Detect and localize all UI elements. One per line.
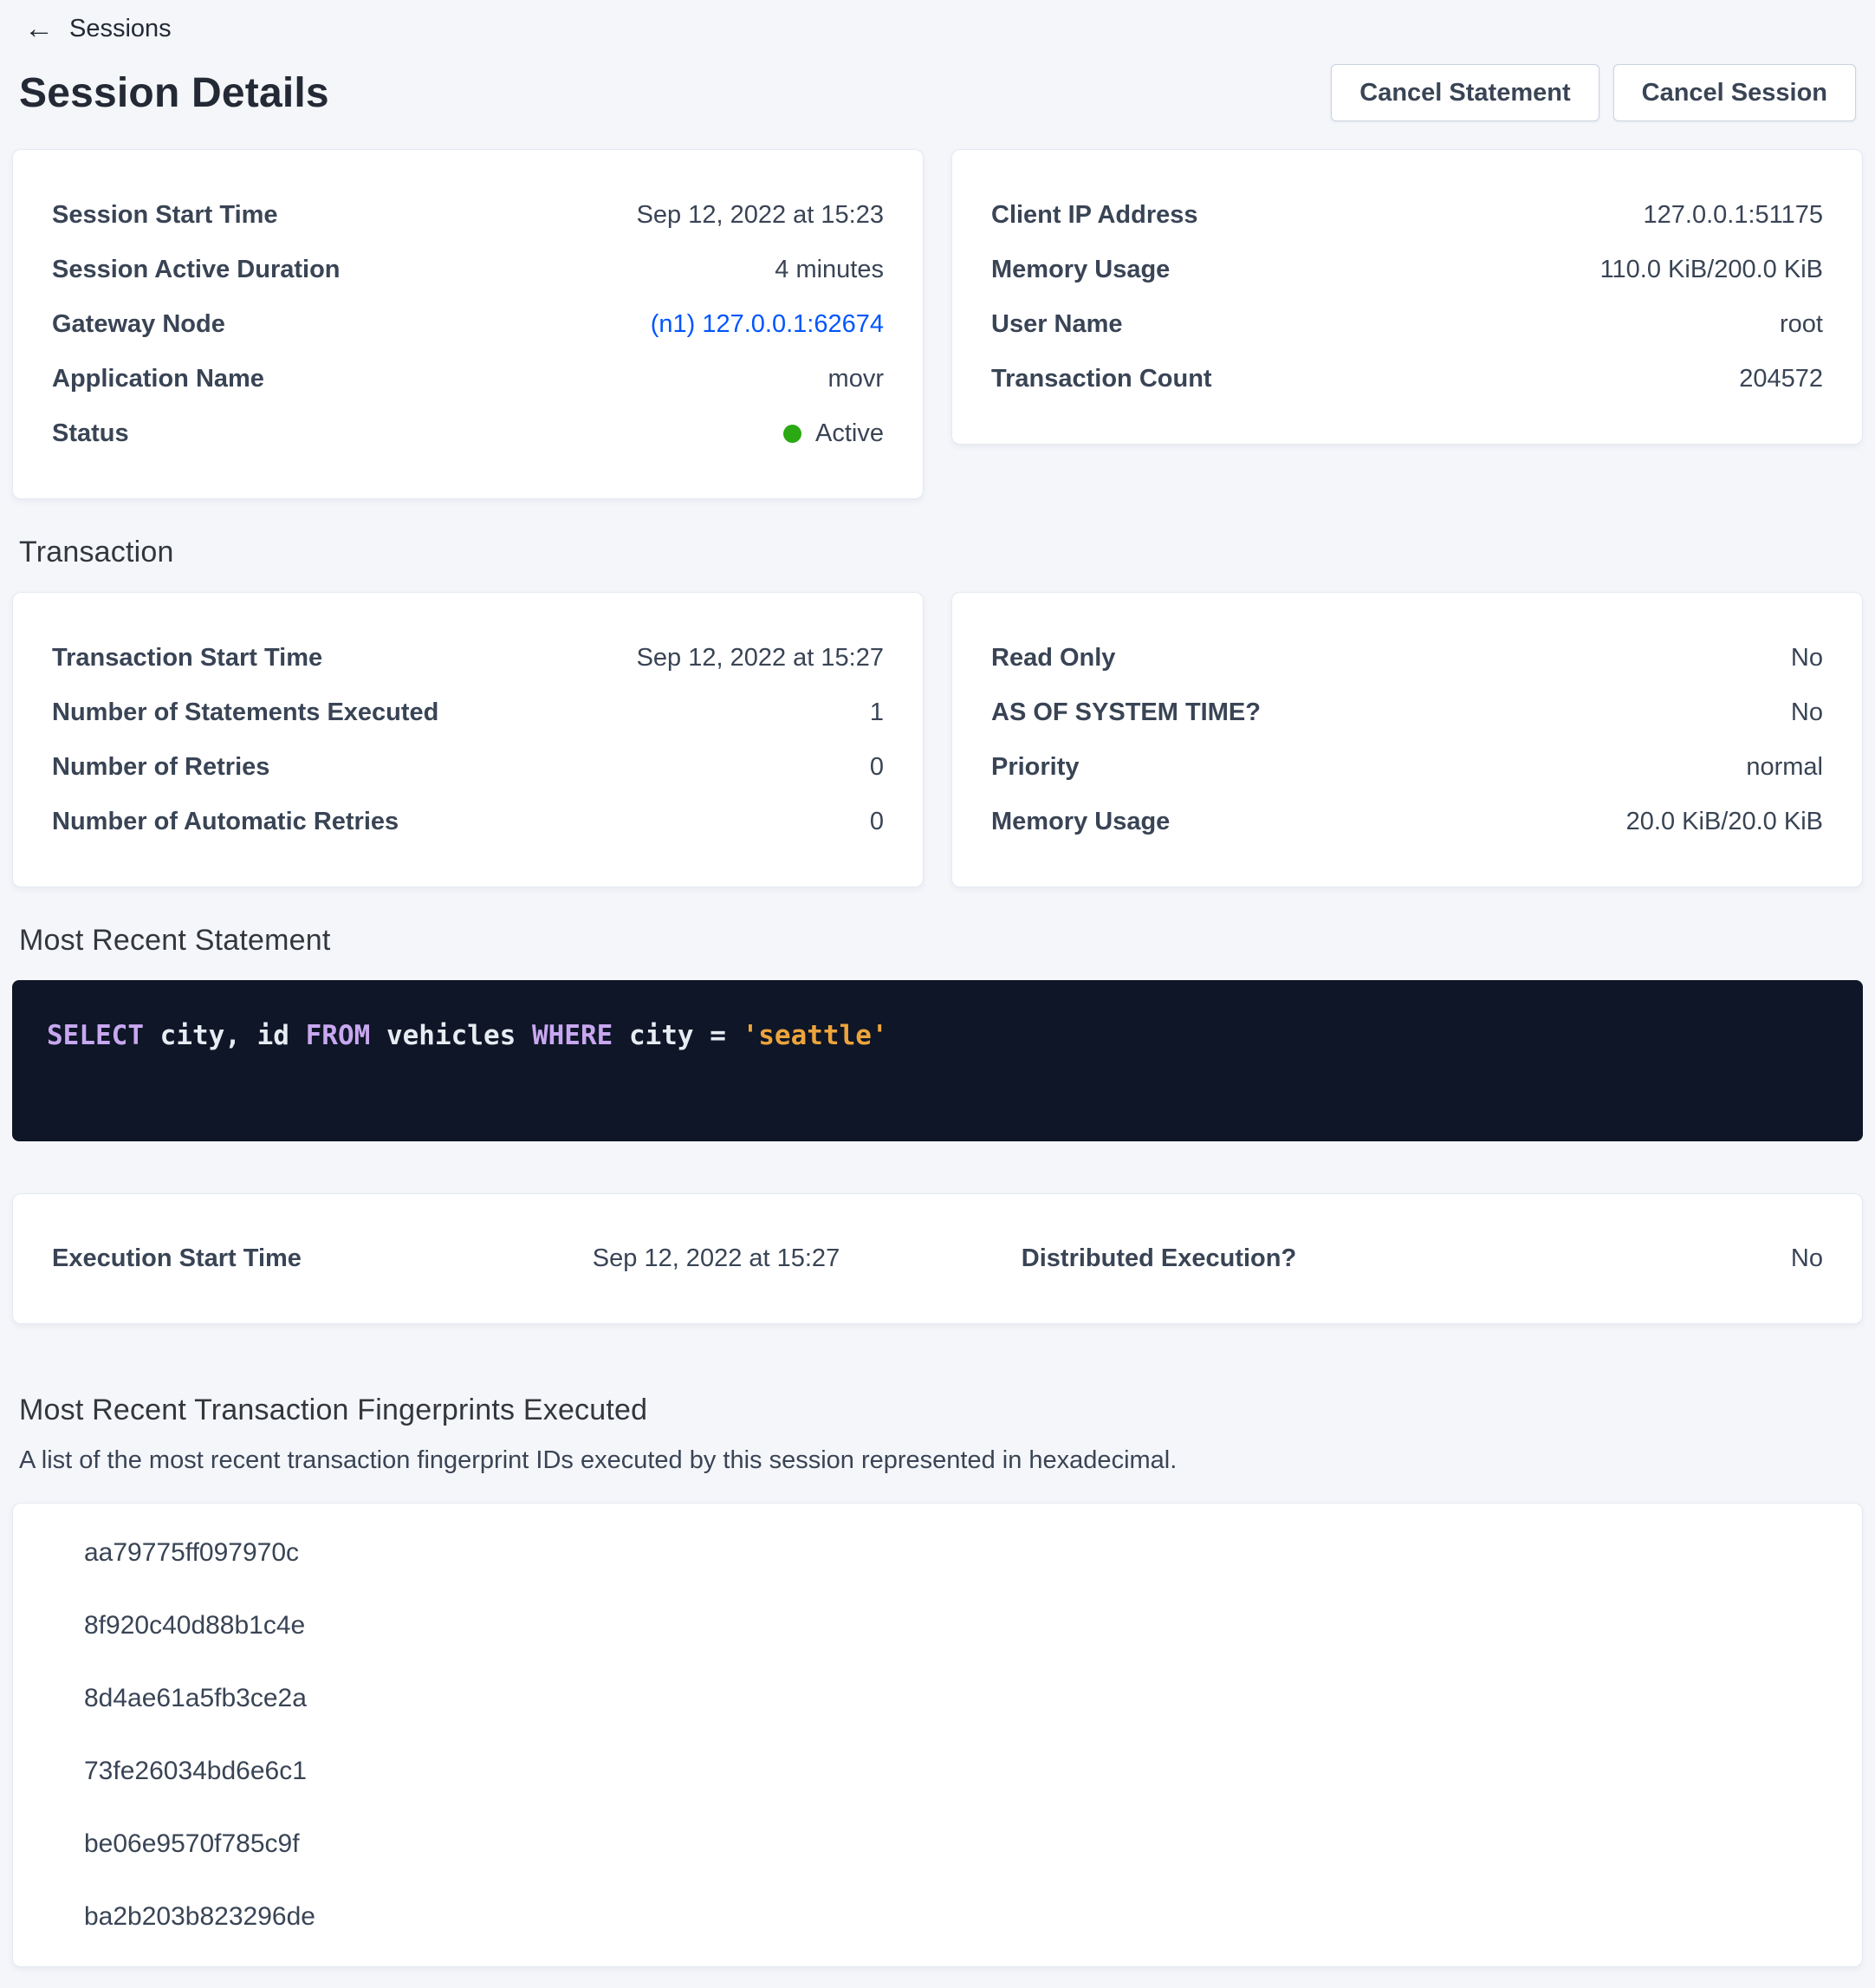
statements-executed-label: Number of Statements Executed	[52, 699, 438, 725]
session-details-page: ← Sessions Session Details Cancel Statem…	[0, 0, 1875, 1988]
row-automatic-retries: Number of Automatic Retries 0	[52, 809, 884, 835]
sql-statement-box: SELECT city, id FROM vehicles WHERE city…	[12, 980, 1863, 1141]
fingerprint-item: 73fe26034bd6e6c1	[84, 1758, 1823, 1784]
row-priority: Priority normal	[991, 754, 1823, 780]
user-name-value: root	[1780, 311, 1823, 337]
row-transaction-count: Transaction Count 204572	[991, 366, 1823, 392]
row-gateway-node: Gateway Node (n1) 127.0.0.1:62674	[52, 311, 884, 337]
gateway-node-label: Gateway Node	[52, 311, 225, 337]
priority-value: normal	[1746, 754, 1823, 780]
distributed-execution-value: No	[1380, 1244, 1823, 1273]
client-ip-value: 127.0.0.1:51175	[1644, 202, 1824, 228]
cancel-statement-button[interactable]: Cancel Statement	[1331, 64, 1599, 121]
session-active-duration-value: 4 minutes	[775, 257, 884, 283]
status-badge: Active	[783, 420, 884, 446]
transaction-card-right: Read Only No AS OF SYSTEM TIME? No Prior…	[951, 592, 1863, 887]
fingerprints-section-heading: Most Recent Transaction Fingerprints Exe…	[12, 1394, 1863, 1427]
execution-card: Execution Start Time Sep 12, 2022 at 15:…	[12, 1193, 1863, 1324]
session-start-time-label: Session Start Time	[52, 202, 278, 228]
fingerprint-item: ba2b203b823296de	[84, 1904, 1823, 1930]
back-arrow-icon: ←	[24, 14, 54, 43]
statements-executed-value: 1	[870, 699, 884, 725]
priority-label: Priority	[991, 754, 1080, 780]
transaction-grid: Transaction Start Time Sep 12, 2022 at 1…	[12, 592, 1863, 887]
client-ip-label: Client IP Address	[991, 202, 1198, 228]
row-transaction-start-time: Transaction Start Time Sep 12, 2022 at 1…	[52, 645, 884, 671]
session-summary-card-right: Client IP Address 127.0.0.1:51175 Memory…	[951, 149, 1863, 445]
sql-string-literal: 'seattle'	[743, 1020, 888, 1051]
automatic-retries-value: 0	[870, 809, 884, 835]
transaction-card-left: Transaction Start Time Sep 12, 2022 at 1…	[12, 592, 924, 887]
status-label: Status	[52, 420, 129, 446]
transaction-section-heading: Transaction	[12, 536, 1863, 569]
page-title: Session Details	[19, 69, 329, 117]
as-of-system-time-value: No	[1791, 699, 1823, 725]
sql-columns: city, id	[160, 1020, 306, 1051]
row-user-name: User Name root	[991, 311, 1823, 337]
sql-table: vehicles	[386, 1020, 532, 1051]
read-only-label: Read Only	[991, 645, 1115, 671]
row-statements-executed: Number of Statements Executed 1	[52, 699, 884, 725]
fingerprints-description: A list of the most recent transaction fi…	[12, 1446, 1863, 1475]
transaction-memory-usage-value: 20.0 KiB/20.0 KiB	[1626, 809, 1823, 835]
fingerprint-item: 8d4ae61a5fb3ce2a	[84, 1686, 1823, 1712]
breadcrumb-back-to-sessions[interactable]: ← Sessions	[12, 5, 184, 52]
fingerprint-item: be06e9570f785c9f	[84, 1831, 1823, 1857]
application-name-label: Application Name	[52, 366, 264, 392]
row-status: Status Active	[52, 420, 884, 446]
sql-statement-text: SELECT city, id FROM vehicles WHERE city…	[47, 1020, 1828, 1051]
sql-column: city	[629, 1020, 710, 1051]
fingerprints-card: aa79775ff097970c 8f920c40d88b1c4e 8d4ae6…	[12, 1503, 1863, 1967]
automatic-retries-label: Number of Automatic Retries	[52, 809, 399, 835]
transaction-start-time-value: Sep 12, 2022 at 15:27	[637, 645, 884, 671]
session-memory-usage-value: 110.0 KiB/200.0 KiB	[1600, 257, 1823, 283]
status-active-dot-icon	[783, 425, 801, 443]
session-active-duration-label: Session Active Duration	[52, 257, 341, 283]
distributed-execution-label: Distributed Execution?	[938, 1244, 1380, 1273]
title-row: Session Details Cancel Statement Cancel …	[12, 64, 1863, 121]
row-client-ip: Client IP Address 127.0.0.1:51175	[991, 202, 1823, 228]
session-start-time-value: Sep 12, 2022 at 15:23	[637, 202, 884, 228]
breadcrumb-label: Sessions	[69, 15, 172, 43]
row-session-start-time: Session Start Time Sep 12, 2022 at 15:23	[52, 202, 884, 228]
sql-keyword-where: WHERE	[532, 1020, 629, 1051]
user-name-label: User Name	[991, 311, 1123, 337]
application-name-value: movr	[828, 366, 884, 392]
number-of-retries-label: Number of Retries	[52, 754, 269, 780]
status-value: Active	[815, 420, 884, 446]
transaction-memory-usage-label: Memory Usage	[991, 809, 1170, 835]
execution-start-time-value: Sep 12, 2022 at 15:27	[495, 1244, 938, 1273]
row-as-of-system-time: AS OF SYSTEM TIME? No	[991, 699, 1823, 725]
row-application-name: Application Name movr	[52, 366, 884, 392]
row-session-active-duration: Session Active Duration 4 minutes	[52, 257, 884, 283]
fingerprint-item: 8f920c40d88b1c4e	[84, 1613, 1823, 1639]
fingerprint-item: aa79775ff097970c	[84, 1540, 1823, 1566]
cancel-session-button[interactable]: Cancel Session	[1613, 64, 1856, 121]
statement-section-heading: Most Recent Statement	[12, 924, 1863, 958]
transaction-start-time-label: Transaction Start Time	[52, 645, 322, 671]
read-only-value: No	[1791, 645, 1823, 671]
gateway-node-link[interactable]: (n1) 127.0.0.1:62674	[651, 311, 884, 337]
sql-keyword-from: FROM	[306, 1020, 386, 1051]
transaction-count-label: Transaction Count	[991, 366, 1212, 392]
session-memory-usage-label: Memory Usage	[991, 257, 1170, 283]
as-of-system-time-label: AS OF SYSTEM TIME?	[991, 699, 1261, 725]
row-number-of-retries: Number of Retries 0	[52, 754, 884, 780]
row-transaction-memory-usage: Memory Usage 20.0 KiB/20.0 KiB	[991, 809, 1823, 835]
transaction-count-value: 204572	[1739, 366, 1823, 392]
sql-keyword-select: SELECT	[47, 1020, 160, 1051]
execution-start-time-label: Execution Start Time	[52, 1244, 495, 1273]
session-summary-grid: Session Start Time Sep 12, 2022 at 15:23…	[12, 149, 1863, 499]
row-read-only: Read Only No	[991, 645, 1823, 671]
action-buttons: Cancel Statement Cancel Session	[1331, 64, 1856, 121]
session-summary-card-left: Session Start Time Sep 12, 2022 at 15:23…	[12, 149, 924, 499]
number-of-retries-value: 0	[870, 754, 884, 780]
row-session-memory-usage: Memory Usage 110.0 KiB/200.0 KiB	[991, 257, 1823, 283]
sql-operator: =	[710, 1020, 742, 1051]
